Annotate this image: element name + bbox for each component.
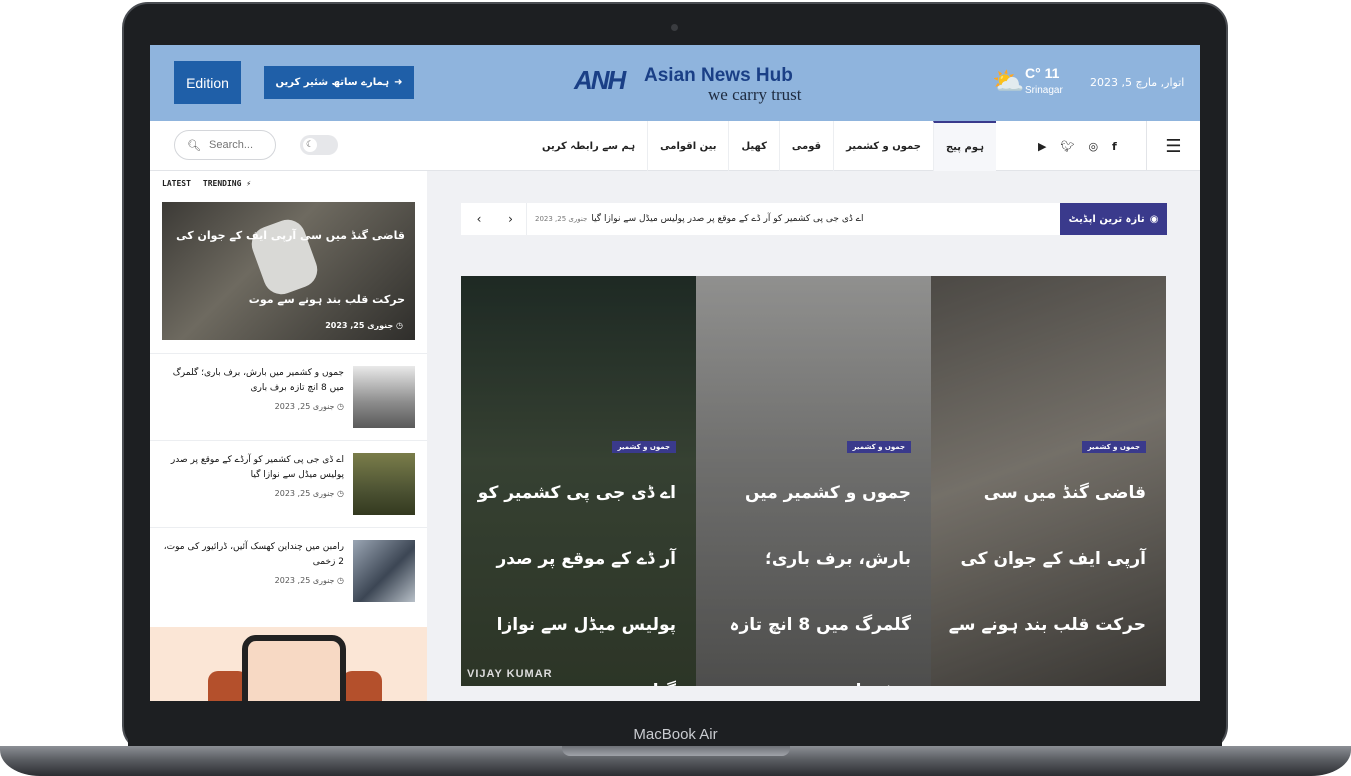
tab-trending[interactable]: TRENDING ⚡︎ bbox=[203, 179, 251, 188]
moon-icon: ☾ bbox=[303, 138, 317, 152]
clock-icon: ◷ bbox=[396, 321, 403, 330]
feature-date: جنوری 25, 2023 ◷ bbox=[325, 321, 403, 330]
featured-card[interactable]: جموں و کشمیر قاضی گنڈ میں سی آرپی ایف کے… bbox=[931, 276, 1166, 686]
weather-temp: C° 11 bbox=[1025, 65, 1060, 81]
cloud-sun-icon: ⛅ bbox=[992, 67, 1025, 97]
featured-card[interactable]: جموں و کشمیر اے ڈی جی پی کشمیر کو آر ڈے … bbox=[461, 276, 696, 686]
card-title[interactable]: قاضی گنڈ میں سی آرپی ایف کے جوان کی حرکت… bbox=[946, 460, 1146, 686]
side-title[interactable]: اے ڈی جی پی کشمیر کو آرڈے کے موقع پر صدر… bbox=[162, 453, 344, 483]
list-item[interactable]: رامبن میں چنداین کھسک آئیں، ڈرائیور کی م… bbox=[150, 527, 427, 614]
join-label: ہمارے ساتھ شئیر کریں bbox=[275, 77, 390, 88]
dark-mode-toggle[interactable]: ☾ bbox=[300, 135, 338, 155]
side-date-text: جنوری 25, 2023 bbox=[274, 576, 335, 585]
list-item[interactable]: اے ڈی جی پی کشمیر کو آرڈے کے موقع پر صدر… bbox=[150, 440, 427, 527]
nav-item-contact[interactable]: ہم سے رابطہ کریں bbox=[530, 121, 647, 171]
weather-city: Srinagar bbox=[1025, 85, 1063, 96]
feature-date-text: جنوری 25, 2023 bbox=[325, 321, 394, 330]
breaking-ticker: ‹ › اے ڈی جی پی کشمیر کو آر ڈے کے موقع پ… bbox=[461, 203, 1167, 235]
side-date-text: جنوری 25, 2023 bbox=[274, 489, 335, 498]
side-thumb-car bbox=[353, 540, 415, 602]
twitter-icon[interactable]: 🐦︎ bbox=[1060, 140, 1074, 153]
sidebar: LATEST TRENDING ⚡︎ قاضی گنڈ میں سی آرپی … bbox=[150, 171, 427, 701]
nav-item-sports[interactable]: کھیل bbox=[728, 121, 778, 171]
ad-banner[interactable] bbox=[150, 627, 427, 701]
site-logo[interactable]: ANH Asian News Hub we carry trust bbox=[574, 63, 834, 105]
chevron-left-icon[interactable]: ‹ bbox=[463, 203, 495, 235]
side-thumb-officer bbox=[353, 453, 415, 515]
card-title[interactable]: اے ڈی جی پی کشمیر کو آر ڈے کے موقع پر صد… bbox=[476, 460, 676, 686]
logo-mark: ANH bbox=[574, 65, 626, 95]
youtube-icon[interactable]: ▶ bbox=[1038, 140, 1046, 153]
ticker-label-text: تازہ ترین اپڈیٹ bbox=[1068, 213, 1145, 225]
laptop-notch bbox=[562, 746, 790, 756]
target-icon: ◉ bbox=[1149, 213, 1159, 225]
feature-title[interactable]: قاضی گنڈ میں سی آرپی ایف کے جوان کی حرکت… bbox=[165, 204, 405, 332]
ad-illustration-right bbox=[342, 671, 382, 701]
clock-icon: ◷ bbox=[337, 402, 344, 411]
bolt-icon: ⚡︎ bbox=[246, 179, 252, 188]
tab-trending-label: TRENDING bbox=[202, 179, 242, 188]
chevron-right-icon[interactable]: › bbox=[495, 203, 527, 235]
clock-icon: ◷ bbox=[337, 576, 344, 585]
ticker-headline[interactable]: اے ڈی جی پی کشمیر کو آر ڈے کے موقع پر صد… bbox=[535, 203, 1049, 235]
site-header: Edition ہمارے ساتھ شئیر کریں ➜ ANH Asian… bbox=[150, 45, 1200, 121]
ticker-label: تازہ ترین اپڈیٹ ◉ bbox=[1060, 203, 1167, 235]
search-icon[interactable]: 🔍︎ bbox=[187, 139, 201, 152]
camera-dot bbox=[671, 24, 678, 31]
side-thumb-snow bbox=[353, 366, 415, 428]
category-badge[interactable]: جموں و کشمیر bbox=[611, 441, 676, 453]
ticker-text: اے ڈی جی پی کشمیر کو آر ڈے کے موقع پر صد… bbox=[591, 214, 864, 224]
join-us-button[interactable]: ہمارے ساتھ شئیر کریں ➜ bbox=[264, 66, 414, 99]
side-date: جنوری 25, 2023 ◷ bbox=[270, 489, 344, 498]
category-badge[interactable]: جموں و کشمیر bbox=[1081, 441, 1146, 453]
device-label: MacBook Air bbox=[633, 726, 718, 743]
edition-button[interactable]: Edition bbox=[174, 61, 241, 104]
ticker-date: جنوری 25, 2023 bbox=[535, 215, 588, 223]
main-nav: 🔍︎ ☾ ہوم پیج جموں و کشمیر قومی کھیل بین … bbox=[150, 121, 1200, 171]
nav-item-national[interactable]: قومی bbox=[778, 121, 833, 171]
side-title[interactable]: رامبن میں چنداین کھسک آئیں، ڈرائیور کی م… bbox=[162, 540, 344, 570]
nav-menu: ہوم پیج جموں و کشمیر قومی کھیل بین اقوام… bbox=[530, 121, 996, 171]
sidebar-tabs: LATEST TRENDING ⚡︎ bbox=[162, 179, 251, 188]
social-links: ▶ 🐦︎ ◎ f bbox=[1038, 121, 1117, 171]
nav-item-home[interactable]: ہوم پیج bbox=[932, 121, 996, 171]
search-box[interactable]: 🔍︎ bbox=[174, 130, 276, 160]
side-title[interactable]: جموں و کشمیر میں بارش، برف باری؛ گلمرگ م… bbox=[162, 366, 344, 396]
card-title[interactable]: جموں و کشمیر میں بارش، برف باری؛ گلمرگ م… bbox=[711, 460, 911, 686]
featured-grid: جموں و کشمیر اے ڈی جی پی کشمیر کو آر ڈے … bbox=[461, 276, 1167, 686]
list-item[interactable]: جموں و کشمیر میں بارش، برف باری؛ گلمرگ م… bbox=[150, 353, 427, 440]
search-input[interactable] bbox=[209, 139, 265, 151]
hamburger-icon[interactable]: ☰ bbox=[1146, 121, 1200, 171]
instagram-icon[interactable]: ◎ bbox=[1088, 140, 1098, 153]
facebook-icon[interactable]: f bbox=[1112, 140, 1117, 153]
side-date-text: جنوری 25, 2023 bbox=[274, 402, 335, 411]
weather-widget: ⛅ C° 11 Srinagar bbox=[992, 65, 1072, 105]
browser-screen: Edition ہمارے ساتھ شئیر کریں ➜ ANH Asian… bbox=[150, 45, 1200, 701]
logo-tagline: we carry trust bbox=[708, 85, 802, 104]
tab-latest[interactable]: LATEST bbox=[162, 179, 191, 188]
side-date: جنوری 25, 2023 ◷ bbox=[270, 576, 344, 585]
arrow-circle-icon: ➜ bbox=[394, 77, 403, 88]
ad-phone-illustration bbox=[242, 635, 346, 701]
logo-name: Asian News Hub bbox=[644, 65, 793, 86]
side-date: جنوری 25, 2023 ◷ bbox=[270, 402, 344, 411]
nav-item-jammu-kashmir[interactable]: جموں و کشمیر bbox=[833, 121, 933, 171]
category-badge[interactable]: جموں و کشمیر bbox=[846, 441, 911, 453]
header-date: اتوار, مارچ 5, 2023 bbox=[1090, 76, 1185, 89]
name-badge: VIJAY KUMAR bbox=[467, 668, 553, 680]
featured-card[interactable]: جموں و کشمیر جموں و کشمیر میں بارش، برف … bbox=[696, 276, 931, 686]
sidebar-feature-card[interactable]: قاضی گنڈ میں سی آرپی ایف کے جوان کی حرکت… bbox=[162, 202, 415, 340]
nav-item-international[interactable]: بین اقوامی bbox=[647, 121, 728, 171]
clock-icon: ◷ bbox=[337, 489, 344, 498]
